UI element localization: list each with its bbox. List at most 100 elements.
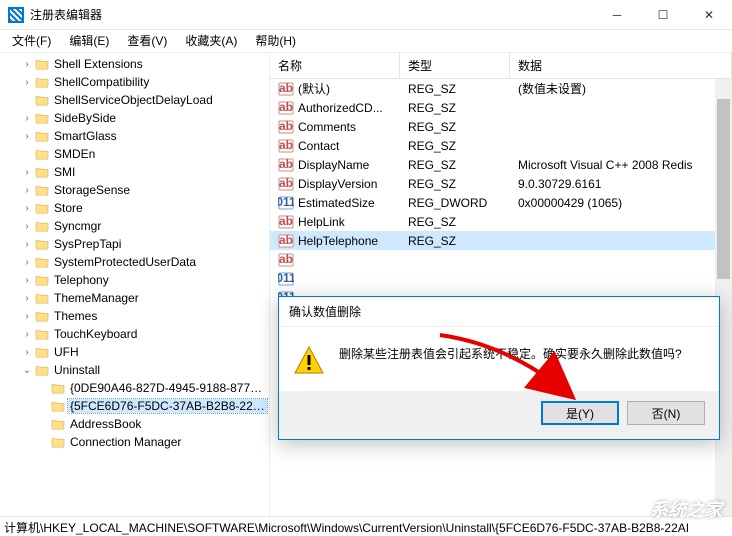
tree-twist-icon[interactable]: ›	[20, 257, 34, 268]
tree-item[interactable]: ›ShellCompatibility	[4, 73, 269, 91]
close-button[interactable]: ✕	[686, 0, 732, 30]
list-row[interactable]: abCommentsREG_SZ	[270, 117, 732, 136]
col-type[interactable]: 类型	[400, 53, 510, 78]
folder-icon	[34, 201, 50, 215]
menu-bar: 文件(F) 编辑(E) 查看(V) 收藏夹(A) 帮助(H)	[0, 30, 732, 50]
value-name: AuthorizedCD...	[298, 101, 383, 115]
value-name: DisplayName	[298, 158, 369, 172]
menu-file[interactable]: 文件(F)	[4, 30, 59, 51]
tree-item[interactable]: {0DE90A46-827D-4945-9188-877…	[4, 379, 269, 397]
tree-item[interactable]: ›Shell Extensions	[4, 55, 269, 73]
tree-item[interactable]: {5FCE6D76-F5DC-37AB-B2B8-22…	[4, 397, 269, 415]
tree-twist-icon[interactable]: ›	[20, 221, 34, 232]
menu-help[interactable]: 帮助(H)	[247, 30, 304, 51]
folder-icon	[34, 183, 50, 197]
value-data: (数值未设置)	[510, 80, 732, 97]
folder-icon	[50, 399, 66, 413]
folder-icon	[34, 93, 50, 107]
list-row[interactable]: ab	[270, 250, 732, 269]
col-data[interactable]: 数据	[510, 53, 732, 78]
tree-twist-icon[interactable]: ›	[20, 131, 34, 142]
tree-twist-icon[interactable]: ›	[20, 59, 34, 70]
tree-item-label: {5FCE6D76-F5DC-37AB-B2B8-22…	[68, 399, 267, 413]
tree-twist-icon[interactable]: ⌄	[20, 365, 34, 376]
menu-edit[interactable]: 编辑(E)	[61, 30, 117, 51]
dialog-message: 删除某些注册表值会引起系统不稳定。确实要永久删除此数值吗?	[339, 345, 682, 364]
tree-item[interactable]: ShellServiceObjectDelayLoad	[4, 91, 269, 109]
folder-icon	[34, 147, 50, 161]
tree-twist-icon[interactable]: ›	[20, 185, 34, 196]
tree-item[interactable]: ›SideBySide	[4, 109, 269, 127]
list-row[interactable]: abHelpLinkREG_SZ	[270, 212, 732, 231]
value-type: REG_SZ	[400, 120, 510, 134]
tree-twist-icon[interactable]: ›	[20, 329, 34, 340]
tree-item[interactable]: ⌄Uninstall	[4, 361, 269, 379]
menu-view[interactable]: 查看(V)	[119, 30, 175, 51]
value-name: Comments	[298, 120, 356, 134]
svg-text:ab: ab	[279, 234, 293, 247]
col-name[interactable]: 名称	[270, 53, 400, 78]
list-row[interactable]: abAuthorizedCD...REG_SZ	[270, 98, 732, 117]
list-row[interactable]: 011EstimatedSizeREG_DWORD0x00000429 (106…	[270, 193, 732, 212]
tree-item[interactable]: › SmartGlass	[4, 127, 269, 145]
list-row[interactable]: 011	[270, 269, 732, 288]
menu-favorites[interactable]: 收藏夹(A)	[177, 30, 245, 51]
tree-item[interactable]: ›SysPrepTapi	[4, 235, 269, 253]
list-row[interactable]: abContactREG_SZ	[270, 136, 732, 155]
tree-item-label: Telephony	[52, 273, 111, 287]
folder-icon	[34, 309, 50, 323]
tree-item[interactable]: SMDEn	[4, 145, 269, 163]
tree-item-label: StorageSense	[52, 183, 132, 197]
maximize-button[interactable]: ☐	[640, 0, 686, 30]
tree-item-label: SmartGlass	[52, 129, 119, 143]
folder-icon	[34, 345, 50, 359]
tree-item[interactable]: ›SystemProtectedUserData	[4, 253, 269, 271]
tree-twist-icon[interactable]: ›	[20, 311, 34, 322]
value-type: REG_SZ	[400, 215, 510, 229]
app-icon	[8, 7, 24, 23]
minimize-button[interactable]: ─	[594, 0, 640, 30]
tree-item[interactable]: Connection Manager	[4, 433, 269, 451]
tree-twist-icon[interactable]: ›	[20, 347, 34, 358]
svg-text:ab: ab	[279, 101, 293, 114]
tree-item[interactable]: ›Store	[4, 199, 269, 217]
tree-item-label: ShellServiceObjectDelayLoad	[52, 93, 215, 107]
folder-icon	[34, 129, 50, 143]
tree-item[interactable]: ›UFH	[4, 343, 269, 361]
tree-item[interactable]: › Telephony	[4, 271, 269, 289]
no-button[interactable]: 否(N)	[627, 401, 705, 425]
tree-twist-icon[interactable]: ›	[20, 167, 34, 178]
list-row[interactable]: abDisplayNameREG_SZMicrosoft Visual C++ …	[270, 155, 732, 174]
tree-item[interactable]: › StorageSense	[4, 181, 269, 199]
list-row[interactable]: abHelpTelephoneREG_SZ	[270, 231, 732, 250]
tree-twist-icon[interactable]: ›	[20, 239, 34, 250]
list-row[interactable]: ab(默认)REG_SZ(数值未设置)	[270, 79, 732, 98]
folder-icon	[34, 273, 50, 287]
value-type: REG_SZ	[400, 234, 510, 248]
value-name: HelpLink	[298, 215, 345, 229]
tree-item[interactable]: ›ThemeManager	[4, 289, 269, 307]
tree-item[interactable]: ›SMI	[4, 163, 269, 181]
tree-item[interactable]: AddressBook	[4, 415, 269, 433]
tree-item[interactable]: ›Syncmgr	[4, 217, 269, 235]
tree-twist-icon[interactable]: ›	[20, 77, 34, 88]
list-pane[interactable]: 名称 类型 数据 ab(默认)REG_SZ(数值未设置)ab Authorized…	[270, 53, 732, 516]
folder-icon	[34, 363, 50, 377]
folder-icon	[50, 417, 66, 431]
tree-item[interactable]: › Themes	[4, 307, 269, 325]
value-data: Microsoft Visual C++ 2008 Redis	[510, 158, 732, 172]
tree-item[interactable]: ›TouchKeyboard	[4, 325, 269, 343]
yes-button[interactable]: 是(Y)	[541, 401, 619, 425]
list-row[interactable]: abDisplayVersionREG_SZ9.0.30729.6161	[270, 174, 732, 193]
tree-item-label: Themes	[52, 309, 99, 323]
tree-twist-icon[interactable]: ›	[20, 293, 34, 304]
tree-twist-icon[interactable]: ›	[20, 203, 34, 214]
tree-twist-icon[interactable]: ›	[20, 113, 34, 124]
scrollbar-thumb[interactable]	[717, 99, 730, 279]
svg-text:011: 011	[278, 272, 294, 285]
folder-icon	[50, 381, 66, 395]
dialog-button-row: 是(Y) 否(N)	[279, 391, 719, 439]
title-bar: 注册表编辑器 ─ ☐ ✕	[0, 0, 732, 30]
tree-twist-icon[interactable]: ›	[20, 275, 34, 286]
tree-pane[interactable]: ›Shell Extensions›ShellCompatibility Shel…	[0, 53, 270, 516]
